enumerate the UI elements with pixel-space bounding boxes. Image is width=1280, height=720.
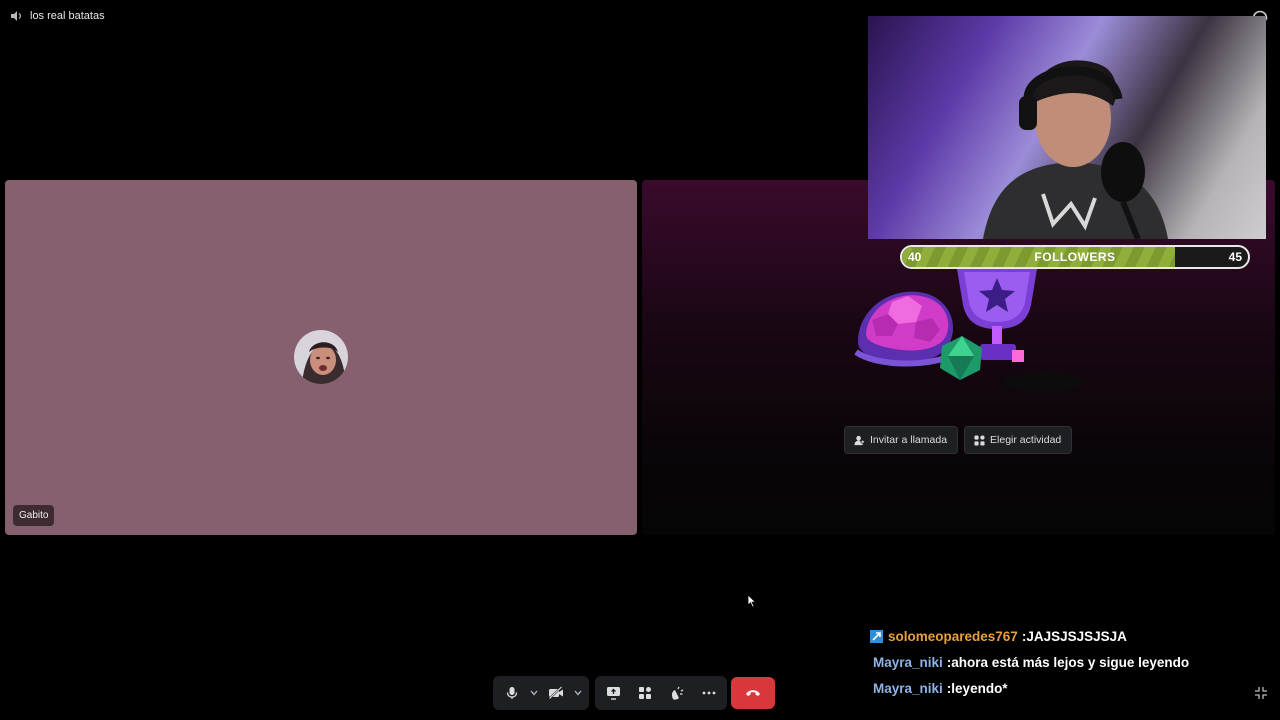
streamer-webcam [868,16,1266,239]
more-options-button[interactable] [693,676,725,710]
chat-message: Mayra_niki : ahora está más lejos y sigu… [870,649,1270,675]
chat-username[interactable]: Mayra_niki [873,681,943,696]
camera-options-button[interactable] [571,676,585,710]
stream-chat: solomeoparedes767 : JAJSJSJSJSJA Mayra_n… [870,623,1270,701]
choose-activity-button[interactable]: Elegir actividad [964,426,1073,454]
av-control-group [493,676,589,710]
chat-message: Mayra_niki : leyendo* [870,675,1270,701]
activities-grid-icon [974,434,985,446]
activities-button[interactable] [629,676,661,710]
avatar[interactable] [294,330,348,384]
avatar-face-icon [294,330,348,384]
invite-to-call-label: Invitar a llamada [870,434,948,446]
mute-button[interactable] [497,676,527,710]
followers-goal: 45 [1228,250,1242,264]
add-user-icon [854,435,865,445]
activity-illustration [854,269,1082,392]
chat-text: leyendo* [951,680,1008,696]
chat-text: JAJSJSJSJSJA [1026,628,1127,644]
media-controls [493,676,727,710]
mouse-cursor-icon [747,594,757,608]
disconnect-icon [746,690,760,696]
followers-label: FOLLOWERS [1034,250,1116,264]
channel-header: los real batatas [10,8,105,24]
chat-badge-icon [870,629,883,643]
followers-goal-bar: 40 FOLLOWERS 45 [900,245,1250,269]
exit-fullscreen-icon[interactable] [1254,686,1268,700]
soundboard-button[interactable] [661,676,693,710]
chevron-down-icon [574,690,582,696]
soundboard-icon [671,686,683,700]
chevron-down-icon [530,690,538,696]
more-icon [702,691,716,695]
disconnect-button[interactable] [731,677,775,709]
microphone-icon [506,687,518,699]
chat-username[interactable]: solomeoparedes767 [888,629,1018,644]
features-control-group [595,676,727,710]
chat-text: ahora está más lejos y sigue leyendo [951,654,1190,670]
choose-activity-label: Elegir actividad [990,434,1062,446]
participant-name-tag: Gabito [13,505,55,526]
screen-share-button[interactable] [597,676,629,710]
camera-off-icon [548,686,563,700]
camera-button[interactable] [541,676,571,710]
invite-to-call-button[interactable]: Invitar a llamada [844,426,959,454]
chat-message: solomeoparedes767 : JAJSJSJSJSJA [870,623,1270,649]
channel-name: los real batatas [30,10,105,22]
screen-share-icon [606,687,620,700]
streamer-figure [983,60,1168,239]
participant-tile[interactable]: Gabito [5,180,637,535]
activities-icon [639,687,651,699]
chat-username[interactable]: Mayra_niki [873,655,943,670]
speaker-icon [11,11,22,21]
mic-options-button[interactable] [527,676,541,710]
